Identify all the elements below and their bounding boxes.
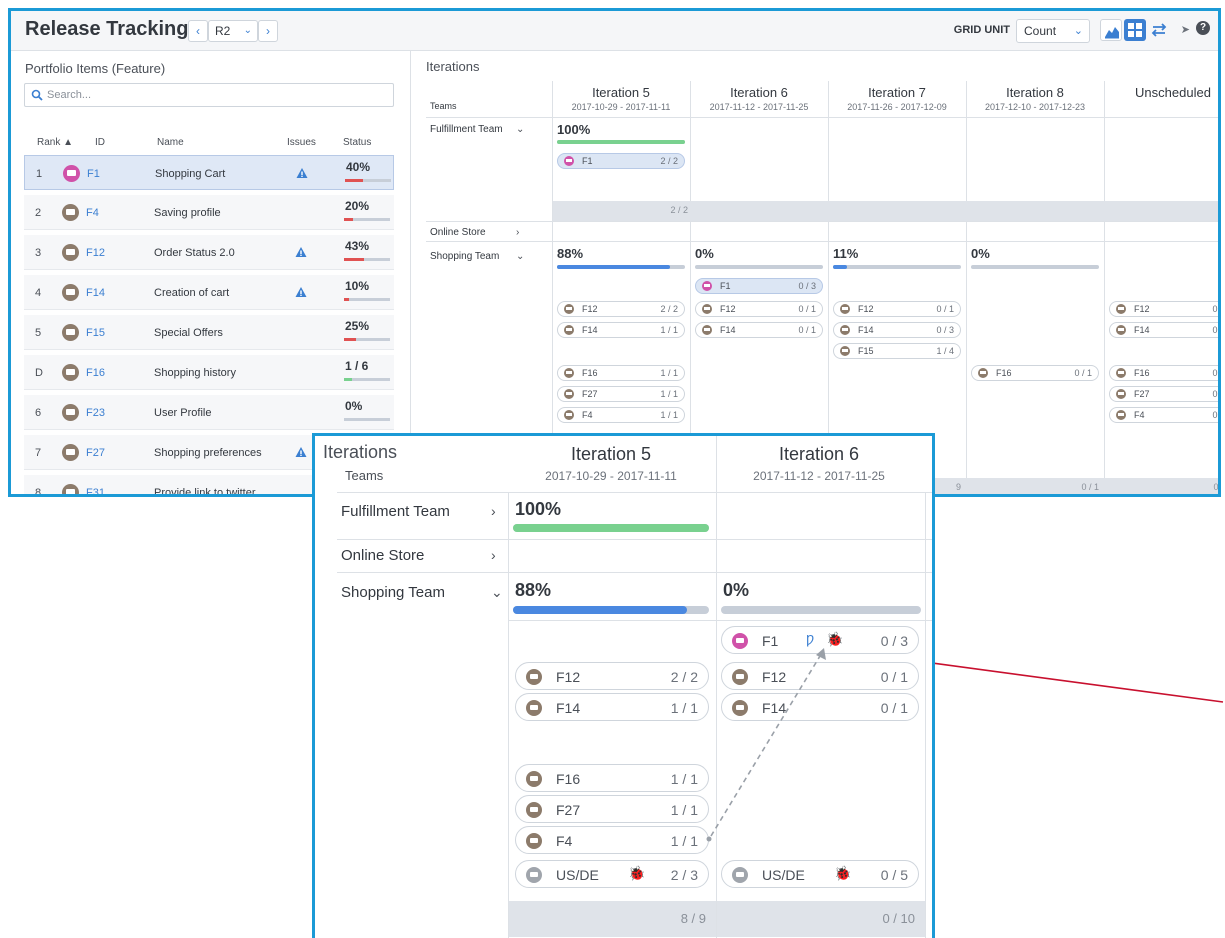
- dependency-arrow: [706, 648, 826, 842]
- zoomed-iterations-panel: Iterations Teams Iteration 5 2017-10-29 …: [312, 433, 935, 938]
